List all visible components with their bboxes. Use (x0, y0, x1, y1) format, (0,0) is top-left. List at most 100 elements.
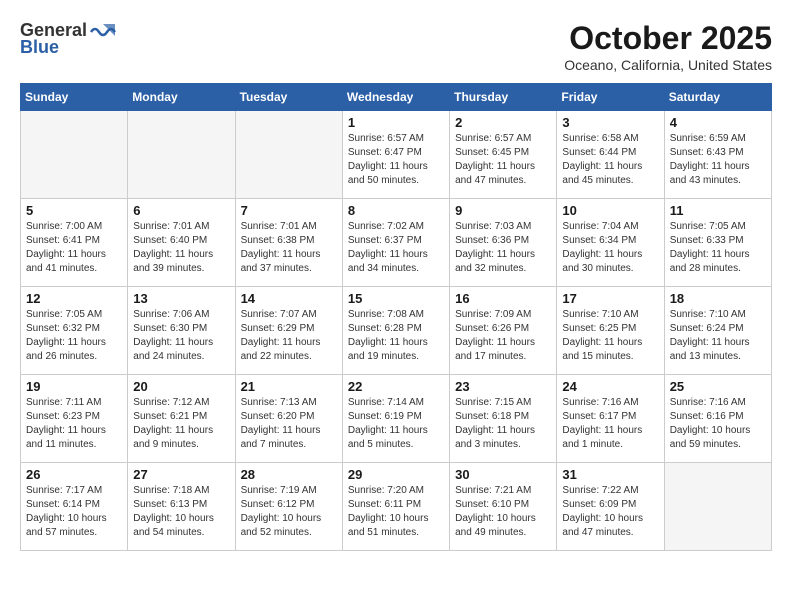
day-info: Sunrise: 7:12 AM Sunset: 6:21 PM Dayligh… (133, 396, 229, 452)
calendar-cell: 6Sunrise: 7:01 AM Sunset: 6:40 PM Daylig… (128, 199, 235, 287)
day-info: Sunrise: 7:02 AM Sunset: 6:37 PM Dayligh… (348, 220, 444, 276)
day-info: Sunrise: 7:05 AM Sunset: 6:33 PM Dayligh… (670, 220, 766, 276)
calendar-cell (128, 111, 235, 199)
calendar-cell (664, 463, 771, 551)
calendar-cell: 3 Sunrise: 6:58 AM Sunset: 6:44 PM Daylig… (557, 111, 664, 199)
weekday-header-thursday: Thursday (450, 84, 557, 111)
logo: General Blue (20, 20, 117, 58)
day-number: 24 (562, 379, 658, 394)
weekday-header-monday: Monday (128, 84, 235, 111)
calendar-cell: 9 Sunrise: 7:03 AM Sunset: 6:36 PM Daylig… (450, 199, 557, 287)
calendar-week-row: 5 Sunrise: 7:00 AM Sunset: 6:41 PM Daylig… (21, 199, 772, 287)
day-info: Sunrise: 7:07 AM Sunset: 6:29 PM Dayligh… (241, 308, 337, 364)
calendar-cell: 23Sunrise: 7:15 AM Sunset: 6:18 PM Dayli… (450, 375, 557, 463)
day-number: 3 (562, 115, 658, 130)
day-info: Sunrise: 7:10 AM Sunset: 6:25 PM Dayligh… (562, 308, 658, 364)
calendar-cell: 20Sunrise: 7:12 AM Sunset: 6:21 PM Dayli… (128, 375, 235, 463)
calendar-cell (235, 111, 342, 199)
calendar-cell: 21 Sunrise: 7:13 AM Sunset: 6:20 PM Dayli… (235, 375, 342, 463)
calendar-table: SundayMondayTuesdayWednesdayThursdayFrid… (20, 83, 772, 551)
day-number: 12 (26, 291, 122, 306)
weekday-header-tuesday: Tuesday (235, 84, 342, 111)
day-info: Sunrise: 7:01 AM Sunset: 6:38 PM Dayligh… (241, 220, 337, 276)
calendar-cell: 2 Sunrise: 6:57 AM Sunset: 6:45 PM Daylig… (450, 111, 557, 199)
calendar-cell: 25Sunrise: 7:16 AM Sunset: 6:16 PM Dayli… (664, 375, 771, 463)
day-info: Sunrise: 7:14 AM Sunset: 6:19 PM Dayligh… (348, 396, 444, 452)
calendar-cell: 29Sunrise: 7:20 AM Sunset: 6:11 PM Dayli… (342, 463, 449, 551)
calendar-cell: 26 Sunrise: 7:17 AM Sunset: 6:14 PM Dayli… (21, 463, 128, 551)
calendar-cell: 1Sunrise: 6:57 AM Sunset: 6:47 PM Daylig… (342, 111, 449, 199)
day-info: Sunrise: 7:09 AM Sunset: 6:26 PM Dayligh… (455, 308, 551, 364)
day-info: Sunrise: 6:57 AM Sunset: 6:45 PM Dayligh… (455, 132, 551, 188)
day-number: 31 (562, 467, 658, 482)
day-info: Sunrise: 6:59 AM Sunset: 6:43 PM Dayligh… (670, 132, 766, 188)
day-info: Sunrise: 7:03 AM Sunset: 6:36 PM Dayligh… (455, 220, 551, 276)
calendar-cell (21, 111, 128, 199)
day-number: 25 (670, 379, 766, 394)
day-number: 27 (133, 467, 229, 482)
day-info: Sunrise: 7:05 AM Sunset: 6:32 PM Dayligh… (26, 308, 122, 364)
day-number: 21 (241, 379, 337, 394)
day-info: Sunrise: 7:21 AM Sunset: 6:10 PM Dayligh… (455, 484, 551, 540)
calendar-cell: 19 Sunrise: 7:11 AM Sunset: 6:23 PM Dayli… (21, 375, 128, 463)
calendar-cell: 28 Sunrise: 7:19 AM Sunset: 6:12 PM Dayli… (235, 463, 342, 551)
day-number: 17 (562, 291, 658, 306)
day-number: 4 (670, 115, 766, 130)
day-number: 7 (241, 203, 337, 218)
day-number: 28 (241, 467, 337, 482)
calendar-week-row: 12 Sunrise: 7:05 AM Sunset: 6:32 PM Dayli… (21, 287, 772, 375)
day-info: Sunrise: 6:57 AM Sunset: 6:47 PM Dayligh… (348, 132, 444, 188)
logo-blue-text: Blue (20, 37, 59, 58)
day-info: Sunrise: 7:17 AM Sunset: 6:14 PM Dayligh… (26, 484, 122, 540)
day-info: Sunrise: 7:01 AM Sunset: 6:40 PM Dayligh… (133, 220, 229, 276)
day-number: 18 (670, 291, 766, 306)
calendar-week-row: 19 Sunrise: 7:11 AM Sunset: 6:23 PM Dayli… (21, 375, 772, 463)
day-info: Sunrise: 7:19 AM Sunset: 6:12 PM Dayligh… (241, 484, 337, 540)
calendar-week-row: 26 Sunrise: 7:17 AM Sunset: 6:14 PM Dayli… (21, 463, 772, 551)
calendar-body: 1Sunrise: 6:57 AM Sunset: 6:47 PM Daylig… (21, 111, 772, 551)
day-number: 22 (348, 379, 444, 394)
day-info: Sunrise: 7:08 AM Sunset: 6:28 PM Dayligh… (348, 308, 444, 364)
day-number: 23 (455, 379, 551, 394)
day-number: 11 (670, 203, 766, 218)
day-info: Sunrise: 7:00 AM Sunset: 6:41 PM Dayligh… (26, 220, 122, 276)
logo-wave-icon (89, 22, 117, 40)
day-number: 26 (26, 467, 122, 482)
day-info: Sunrise: 7:22 AM Sunset: 6:09 PM Dayligh… (562, 484, 658, 540)
calendar-cell: 13Sunrise: 7:06 AM Sunset: 6:30 PM Dayli… (128, 287, 235, 375)
day-number: 2 (455, 115, 551, 130)
calendar-cell: 10Sunrise: 7:04 AM Sunset: 6:34 PM Dayli… (557, 199, 664, 287)
weekday-header-saturday: Saturday (664, 84, 771, 111)
calendar-cell: 7 Sunrise: 7:01 AM Sunset: 6:38 PM Daylig… (235, 199, 342, 287)
weekday-header-sunday: Sunday (21, 84, 128, 111)
calendar-cell: 4 Sunrise: 6:59 AM Sunset: 6:43 PM Daylig… (664, 111, 771, 199)
calendar-cell: 12 Sunrise: 7:05 AM Sunset: 6:32 PM Dayli… (21, 287, 128, 375)
calendar-cell: 22 Sunrise: 7:14 AM Sunset: 6:19 PM Dayli… (342, 375, 449, 463)
day-number: 30 (455, 467, 551, 482)
calendar-cell: 30 Sunrise: 7:21 AM Sunset: 6:10 PM Dayli… (450, 463, 557, 551)
title-block: October 2025 Oceano, California, United … (564, 20, 772, 73)
calendar-header: SundayMondayTuesdayWednesdayThursdayFrid… (21, 84, 772, 111)
day-info: Sunrise: 7:13 AM Sunset: 6:20 PM Dayligh… (241, 396, 337, 452)
day-number: 15 (348, 291, 444, 306)
day-number: 29 (348, 467, 444, 482)
day-number: 14 (241, 291, 337, 306)
day-number: 19 (26, 379, 122, 394)
calendar-cell: 8 Sunrise: 7:02 AM Sunset: 6:37 PM Daylig… (342, 199, 449, 287)
day-info: Sunrise: 7:11 AM Sunset: 6:23 PM Dayligh… (26, 396, 122, 452)
day-number: 5 (26, 203, 122, 218)
day-info: Sunrise: 7:06 AM Sunset: 6:30 PM Dayligh… (133, 308, 229, 364)
day-number: 9 (455, 203, 551, 218)
calendar-cell: 18Sunrise: 7:10 AM Sunset: 6:24 PM Dayli… (664, 287, 771, 375)
weekday-header-wednesday: Wednesday (342, 84, 449, 111)
calendar-week-row: 1Sunrise: 6:57 AM Sunset: 6:47 PM Daylig… (21, 111, 772, 199)
calendar-cell: 5 Sunrise: 7:00 AM Sunset: 6:41 PM Daylig… (21, 199, 128, 287)
day-info: Sunrise: 7:16 AM Sunset: 6:17 PM Dayligh… (562, 396, 658, 452)
weekday-header-friday: Friday (557, 84, 664, 111)
day-info: Sunrise: 7:04 AM Sunset: 6:34 PM Dayligh… (562, 220, 658, 276)
calendar-cell: 17 Sunrise: 7:10 AM Sunset: 6:25 PM Dayli… (557, 287, 664, 375)
calendar-cell: 31 Sunrise: 7:22 AM Sunset: 6:09 PM Dayli… (557, 463, 664, 551)
day-number: 8 (348, 203, 444, 218)
day-info: Sunrise: 6:58 AM Sunset: 6:44 PM Dayligh… (562, 132, 658, 188)
calendar-cell: 11 Sunrise: 7:05 AM Sunset: 6:33 PM Dayli… (664, 199, 771, 287)
